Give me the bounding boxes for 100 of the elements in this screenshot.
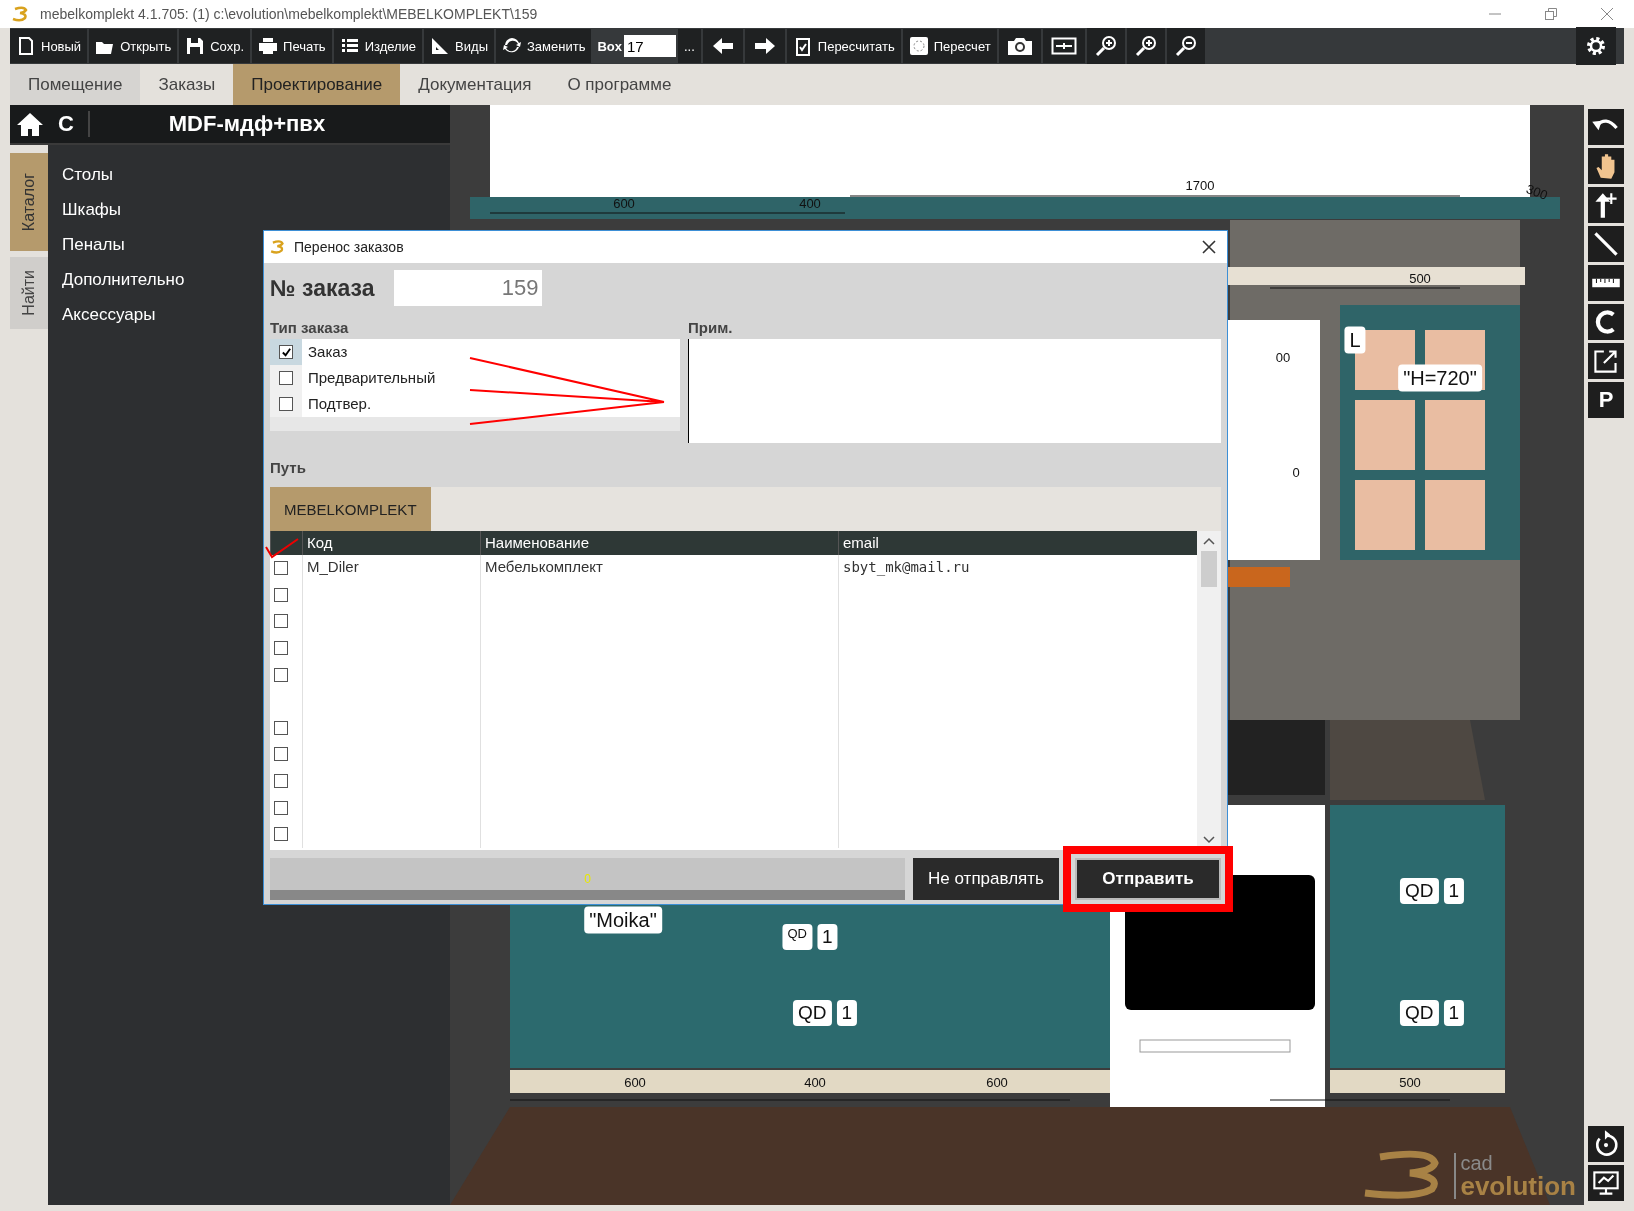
checkbox[interactable] <box>274 720 288 735</box>
box-field[interactable]: 17 <box>623 35 676 57</box>
arc-icon[interactable] <box>1588 304 1624 340</box>
dotted-square-icon <box>908 36 929 56</box>
path-tab[interactable]: MEBELKOMPLEKT <box>270 487 431 531</box>
cabinet-count-tag: 1 <box>1443 878 1465 904</box>
catalog-item[interactable]: Аксессуары <box>62 297 185 332</box>
toolbar-button[interactable]: Пересчитать <box>786 29 901 63</box>
tab[interactable]: Помещение <box>10 64 141 105</box>
dimension-label: 0 <box>1292 464 1300 480</box>
cabinet-code-tag: QD <box>1399 1000 1439 1026</box>
toolbar-button[interactable]: Изделие <box>333 29 423 63</box>
checkbox[interactable] <box>274 667 288 682</box>
checkbox[interactable] <box>274 774 288 789</box>
dimension-label: 300 <box>1524 181 1550 203</box>
rotate-icon[interactable] <box>1588 1126 1624 1162</box>
order-type-option[interactable]: Подтвер. <box>302 391 372 417</box>
arrow-left-icon[interactable] <box>702 29 743 63</box>
order-number-field[interactable]: 159 <box>394 270 543 306</box>
dimension-label: 600 <box>613 195 635 211</box>
hand-icon[interactable] <box>1588 148 1624 184</box>
toolbar-button[interactable]: Печать <box>252 29 332 63</box>
restore-icon[interactable] <box>1544 7 1558 21</box>
zoom-region-icon[interactable] <box>1086 28 1125 64</box>
toolbar-button[interactable]: Заменить <box>496 29 592 63</box>
dimension-label: 600 <box>986 1074 1008 1090</box>
cabinet-code-tag: QD <box>792 1000 832 1026</box>
logo-text: cad <box>1460 1153 1494 1173</box>
cancel-button[interactable]: Не отправлять <box>913 858 1059 900</box>
table-cell: sbyt_mk@mail.ru <box>843 559 970 575</box>
dialog-title: Перенос заказов <box>294 239 404 255</box>
order-type-option[interactable]: Заказ <box>302 339 348 365</box>
dimension-label: 1700 <box>1185 177 1215 193</box>
dimension-label: 500 <box>1399 1074 1421 1090</box>
note-field[interactable] <box>688 339 1221 443</box>
tab[interactable]: Проектирование <box>233 64 401 105</box>
home-icon[interactable] <box>16 111 44 137</box>
zoom-in-icon[interactable] <box>1126 28 1165 64</box>
dimension-label: 00 <box>1275 349 1291 365</box>
scroll-down-icon[interactable] <box>1203 836 1215 844</box>
column-header[interactable]: Код <box>302 531 480 555</box>
catalog-item[interactable]: Шкафы <box>62 192 185 227</box>
checkbox[interactable] <box>274 641 288 656</box>
checkbox[interactable] <box>274 827 288 842</box>
checkbox[interactable] <box>279 397 293 411</box>
window-title: mebelkomplekt 4.1.705: (1) c:\evolution\mebelkomplekt\MEBELKOMPLEKT\159 <box>40 6 538 22</box>
cabinet-code-tag: QD <box>1399 878 1439 904</box>
zoom-out-icon[interactable] <box>1166 28 1205 64</box>
cabinet-tag: "H=720" <box>1398 364 1482 392</box>
settings-icon[interactable] <box>1576 27 1616 65</box>
checkbox[interactable] <box>279 371 293 385</box>
order-number-label: № заказа <box>270 274 375 302</box>
side-tab[interactable]: Найти <box>10 257 48 329</box>
ruler-icon[interactable] <box>1588 265 1624 301</box>
toolbar-button[interactable]: Новый <box>10 29 88 63</box>
dimension-label: 500 <box>1409 270 1431 286</box>
cabinet-count-tag: 1 <box>1443 1000 1465 1026</box>
printer-icon <box>258 36 279 56</box>
catalog-item[interactable]: Дополнительно <box>62 262 185 297</box>
checkbox[interactable] <box>274 747 288 762</box>
table-cell: Мебелькомплект <box>485 558 603 575</box>
progress-reading: 0 <box>584 872 591 886</box>
side-tab[interactable]: Каталог <box>10 153 48 251</box>
scrollbar-thumb[interactable] <box>1201 551 1217 587</box>
checkbox[interactable] <box>274 587 288 602</box>
p-tool-button[interactable]: P <box>1588 382 1624 418</box>
more-button[interactable]: ... <box>677 29 701 63</box>
checkbox[interactable] <box>274 800 288 815</box>
export-icon[interactable] <box>1588 343 1624 379</box>
fit-frame-icon[interactable] <box>1042 29 1085 63</box>
note-label: Прим. <box>688 319 734 338</box>
path-label: Путь <box>270 459 307 478</box>
document-icon <box>16 36 36 56</box>
catalog-item[interactable]: Пеналы <box>62 227 185 262</box>
column-header[interactable]: Наименование <box>480 531 838 555</box>
checkbox[interactable] <box>274 614 288 629</box>
cabinet-code-tag: QD <box>782 924 812 950</box>
dimension-label: 400 <box>799 195 821 211</box>
cabinet-count-tag: 1 <box>836 1000 858 1026</box>
close-icon[interactable] <box>1201 239 1217 255</box>
arrow-right-icon[interactable] <box>744 29 785 63</box>
toolbar-button[interactable]: Сохр. <box>179 29 251 63</box>
checkbox[interactable] <box>279 345 293 359</box>
checkbox[interactable] <box>274 561 288 576</box>
dimension-label: 600 <box>624 1074 646 1090</box>
table-cell: M_Diler <box>307 558 359 575</box>
catalog-title: MDF-мдф+пвх <box>167 111 327 137</box>
box-label: Box <box>596 38 622 54</box>
cabinet-tag: L <box>1344 326 1366 354</box>
toolbar-button[interactable]: Открыть <box>89 29 178 63</box>
toolbar-button[interactable]: Пересчет <box>902 29 997 63</box>
floppy-icon <box>185 36 206 56</box>
dimension-label: 400 <box>804 1074 826 1090</box>
cabinet-count-tag: 1 <box>816 924 838 950</box>
monitor-icon[interactable] <box>1588 1165 1624 1201</box>
scroll-up-icon[interactable] <box>1203 537 1215 545</box>
catalog-item[interactable]: Столы <box>62 157 185 192</box>
catalog-letter[interactable]: C <box>58 111 90 137</box>
camera-icon[interactable] <box>998 29 1041 63</box>
toolbar-button[interactable]: Виды <box>424 29 494 63</box>
